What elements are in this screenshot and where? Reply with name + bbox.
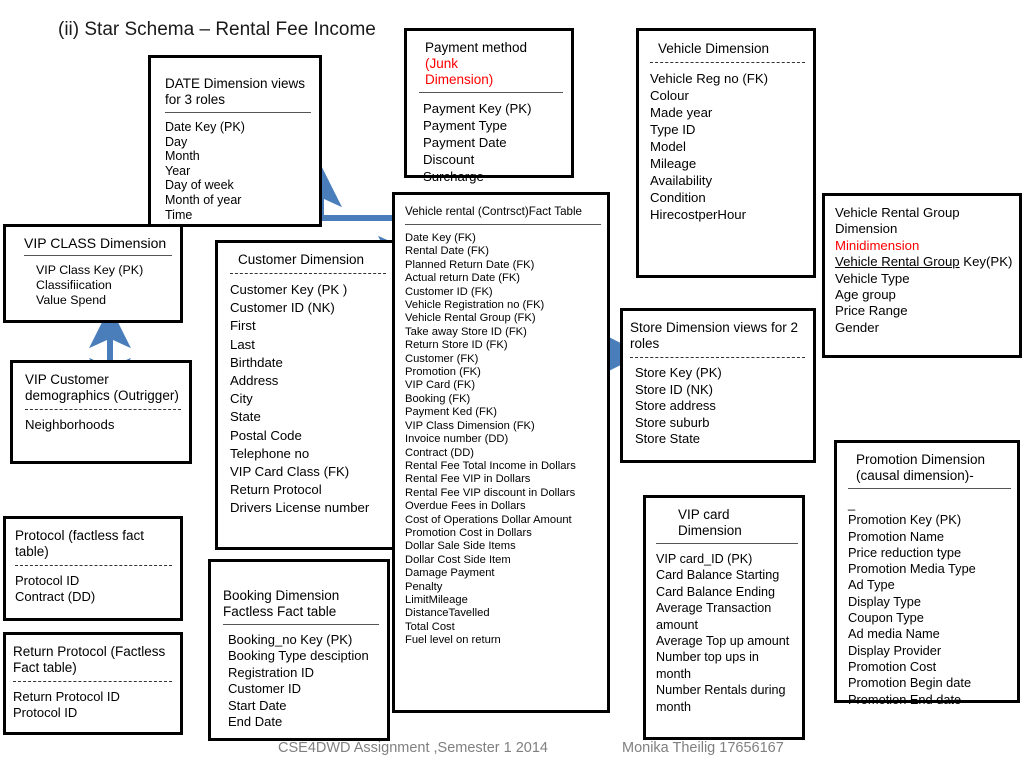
- entity-title: Customer Dimension: [238, 252, 365, 267]
- entity-title: Booking Dimension Factless Fact table: [223, 588, 340, 619]
- title-divider: [848, 488, 1011, 489]
- entity-title: Return Protocol (Factless Fact table): [13, 644, 166, 675]
- title-divider: [230, 273, 386, 274]
- entity-vehicle-rental-fact-table: Vehicle rental (Contrsct)Fact Table Date…: [392, 192, 610, 713]
- primary-key-row: Vehicle Rental Group Key(PK): [835, 254, 1013, 270]
- entity-attributes: VIP card_ID (PK) Card Balance Starting C…: [656, 552, 790, 714]
- entity-title: DATE Dimension views for 3 roles: [165, 76, 306, 107]
- entity-date-dimension: DATE Dimension views for 3 roles Date Ke…: [148, 55, 322, 227]
- title-divider: [25, 409, 181, 410]
- entity-title: Promotion Dimension (causal dimension)-: [856, 452, 986, 483]
- entity-vip-customer-demographics-outrigger: VIP Customer demographics (Outrigger) Ne…: [10, 360, 192, 464]
- entity-vip-class-dimension: VIP CLASS Dimension VIP Class Key (PK) C…: [3, 224, 183, 323]
- entity-title: Vehicle Dimension: [658, 41, 770, 56]
- entity-vehicle-dimension: Vehicle Dimension Vehicle Reg no (FK) Co…: [636, 28, 816, 278]
- footer-course-info: CSE4DWD Assignment ,Semester 1 2014: [278, 740, 548, 756]
- title-divider: [15, 565, 172, 566]
- entity-attributes: Store Key (PK) Store ID (NK) Store addre…: [635, 365, 722, 447]
- title-divider: [419, 92, 563, 93]
- footer-author-info: Monika Theilig 17656167: [622, 740, 784, 756]
- title-divider: [223, 624, 379, 625]
- entity-attributes: Return Protocol ID Protocol ID: [13, 689, 120, 720]
- entity-title-main: Payment method: [425, 40, 528, 55]
- entity-attributes: Date Key (PK) Day Month Year Day of week…: [165, 120, 245, 222]
- entity-subnote: _: [848, 496, 856, 511]
- entity-attributes: Customer Key (PK ) Customer ID (NK) Firs…: [230, 282, 370, 516]
- title-divider: [165, 112, 311, 113]
- entity-title: Protocol (factless fact table): [15, 528, 145, 559]
- entity-attributes: Vehicle Reg no (FK) Colour Made year Typ…: [650, 71, 769, 222]
- entity-title: Vehicle rental (Contrsct)Fact Table: [405, 205, 582, 218]
- entity-attributes: Promotion Key (PK) Promotion Name Price …: [848, 512, 976, 707]
- entity-title: VIP CLASS Dimension: [24, 235, 167, 251]
- entity-attributes: Protocol ID Contract (DD): [15, 573, 96, 604]
- entity-vehicle-rental-group-dimension: Vehicle Rental Group Dimension Minidimen…: [822, 193, 1022, 358]
- title-divider: [405, 224, 601, 225]
- minidimension-note: Minidimension: [835, 237, 920, 253]
- entity-promotion-dimension: Promotion Dimension (causal dimension)- …: [834, 440, 1020, 707]
- title-divider: [656, 543, 798, 544]
- title-divider: [13, 681, 172, 682]
- title-divider: [650, 62, 805, 63]
- entity-attributes: Booking_no Key (PK) Booking Type descipt…: [228, 632, 369, 730]
- junk-dimension-note: (Junk Dimension): [425, 56, 494, 87]
- entity-booking-factless-fact-table: Booking Dimension Factless Fact table Bo…: [208, 559, 390, 741]
- page-title: (ii) Star Schema – Rental Fee Income: [58, 19, 376, 40]
- entity-title-line-2: Dimension: [835, 221, 898, 237]
- entity-title-line-1: Vehicle Rental Group: [835, 205, 960, 220]
- entity-title: VIP Customer demographics (Outrigger): [25, 372, 179, 403]
- entity-vip-card-dimension: VIP card Dimension VIP card_ID (PK) Card…: [643, 495, 805, 740]
- entity-payment-method-dimension: Payment method (Junk Dimension) Payment …: [404, 28, 574, 184]
- title-divider: [24, 255, 172, 256]
- entity-customer-dimension: Customer Dimension Customer Key (PK ) Cu…: [215, 240, 397, 550]
- entity-store-dimension: Store Dimension views for 2 roles Store …: [620, 308, 816, 463]
- entity-title: Store Dimension views for 2 roles: [630, 320, 799, 351]
- entity-protocol-factless-fact-table: Protocol (factless fact table) Protocol …: [3, 516, 183, 621]
- entity-return-protocol-factless-fact-table: Return Protocol (Factless Fact table) Re…: [3, 632, 183, 735]
- entity-title: VIP card Dimension: [678, 507, 742, 538]
- entity-title: Payment method (Junk Dimension): [419, 40, 563, 88]
- entity-attributes: Neighborhoods: [25, 417, 115, 432]
- primary-key-suffix: Key(PK): [959, 254, 1013, 270]
- primary-key-underlined: Vehicle Rental Group: [835, 254, 960, 270]
- entity-attributes: VIP Class Key (PK) Classifiication Value…: [36, 263, 144, 308]
- entity-attributes: Payment Key (PK) Payment Type Payment Da…: [423, 101, 532, 184]
- entity-attributes: Vehicle Type Age group Price Range Gende…: [835, 270, 910, 335]
- title-divider: [630, 357, 805, 358]
- entity-attributes: Date Key (FK) Rental Date (FK) Planned R…: [405, 232, 576, 647]
